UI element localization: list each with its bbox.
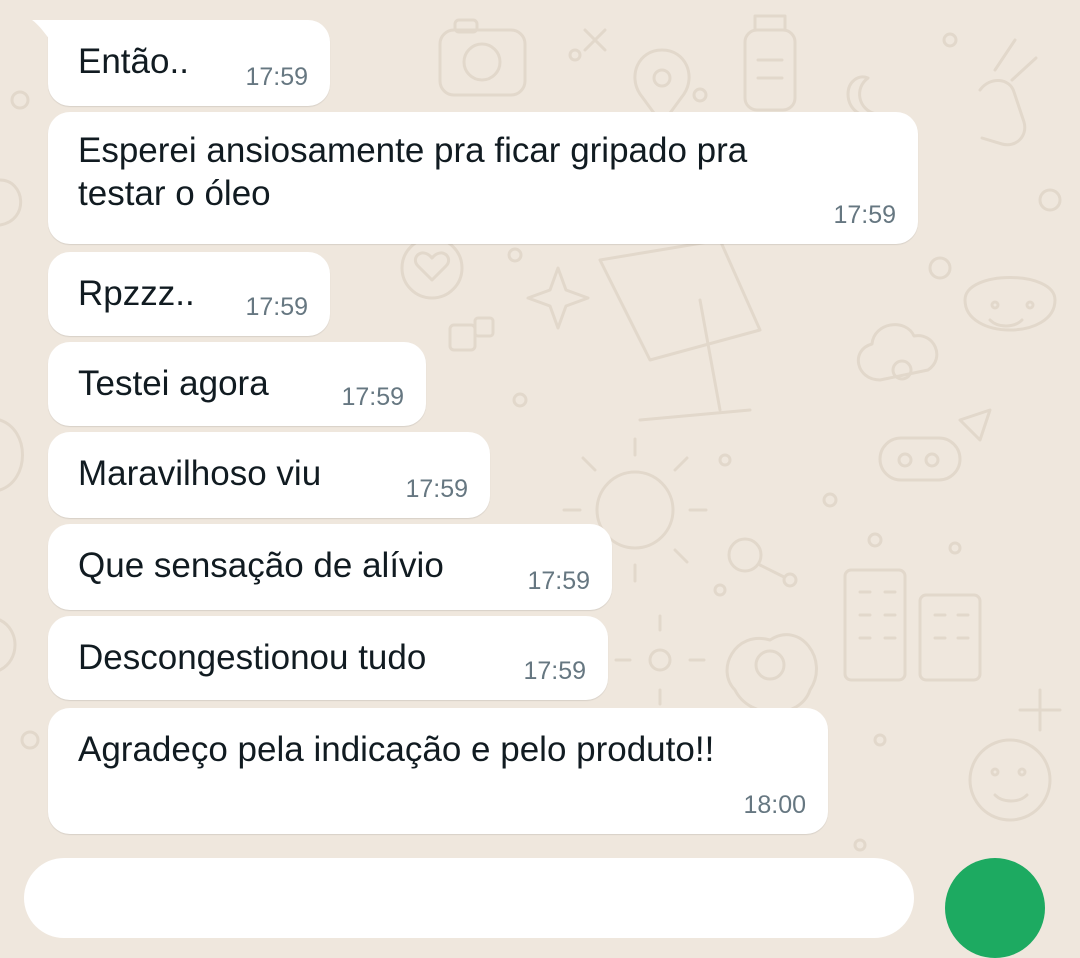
message-timestamp: 17:59 bbox=[523, 657, 586, 685]
bubble-tail bbox=[32, 20, 50, 40]
message-text: Maravilhoso viu bbox=[78, 454, 322, 493]
message-bubble[interactable]: Então.. 17:59 bbox=[32, 20, 330, 106]
message-timestamp: 17:59 bbox=[245, 293, 308, 321]
message-timestamp: 17:59 bbox=[833, 201, 896, 229]
message-text-line: testar o óleo bbox=[78, 174, 271, 213]
message-text: Agradeço pela indicação e pelo produto!! bbox=[78, 730, 715, 769]
message-text: Rpzzz.. bbox=[78, 274, 195, 313]
message-input[interactable] bbox=[24, 858, 914, 938]
message-bubble[interactable]: Rpzzz.. 17:59 bbox=[48, 252, 330, 336]
message-timestamp: 18:00 bbox=[743, 791, 806, 819]
message-bubble[interactable]: Descongestionou tudo 17:59 bbox=[48, 616, 608, 700]
message-bubble[interactable]: Que sensação de alívio 17:59 bbox=[48, 524, 612, 610]
message-timestamp: 17:59 bbox=[527, 567, 590, 595]
message-text: Então.. bbox=[78, 42, 189, 81]
message-list: Então.. 17:59 Esperei ansiosamente pra f… bbox=[0, 0, 1080, 890]
message-text: Descongestionou tudo bbox=[78, 638, 427, 677]
message-text-line: Esperei ansiosamente pra ficar gripado p… bbox=[78, 131, 748, 170]
message-bubble[interactable]: Testei agora 17:59 bbox=[48, 342, 426, 426]
message-text: Que sensação de alívio bbox=[78, 546, 444, 585]
message-timestamp: 17:59 bbox=[245, 63, 308, 91]
message-text: Testei agora bbox=[78, 364, 269, 403]
message-bubble[interactable]: Agradeço pela indicação e pelo produto!!… bbox=[48, 708, 828, 834]
message-bubble[interactable]: Maravilhoso viu 17:59 bbox=[48, 432, 490, 518]
message-text: Esperei ansiosamente pra ficar gripado p… bbox=[78, 129, 747, 215]
send-button[interactable] bbox=[945, 858, 1045, 958]
message-timestamp: 17:59 bbox=[405, 475, 468, 503]
message-timestamp: 17:59 bbox=[341, 383, 404, 411]
message-bubble[interactable]: Esperei ansiosamente pra ficar gripado p… bbox=[48, 112, 918, 244]
